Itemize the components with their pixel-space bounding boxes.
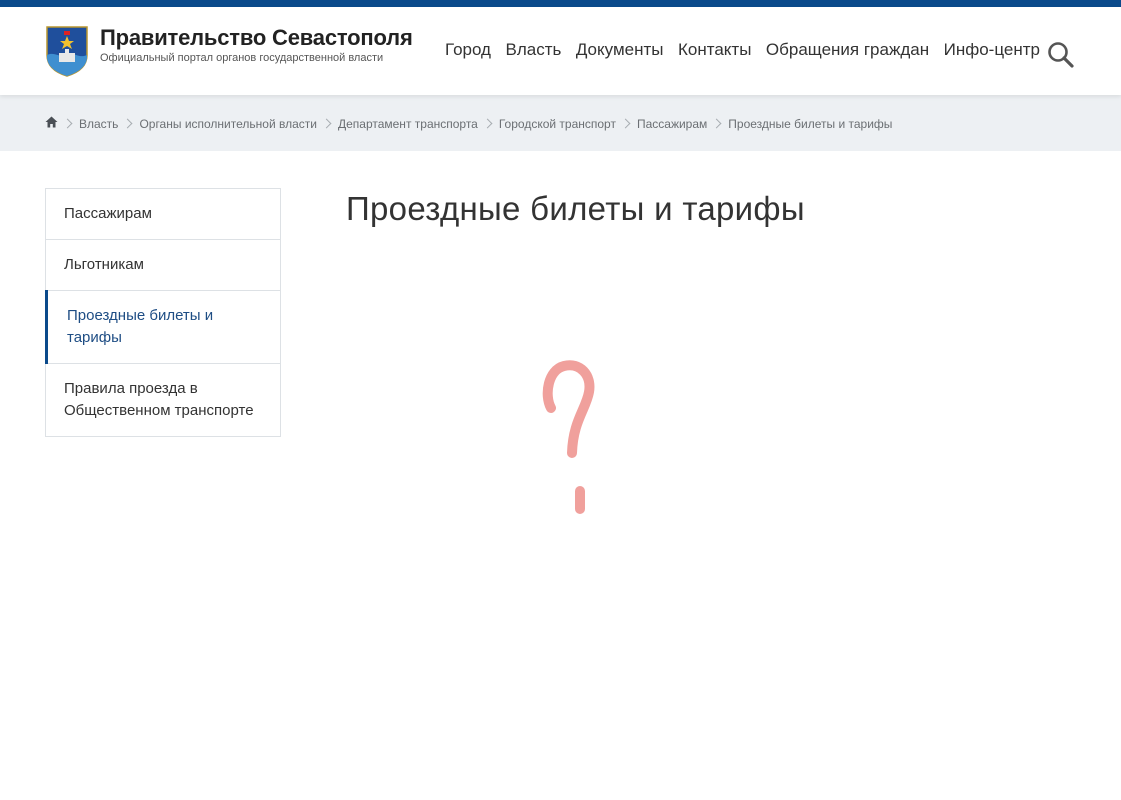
breadcrumb-home[interactable] [45,116,58,131]
home-icon [45,116,58,128]
sidebar-item-travel-rules[interactable]: Правила проезда в Общественном транспорт… [46,364,280,436]
nav-item-government[interactable]: Власть [505,40,561,60]
nav-item-city[interactable]: Город [445,40,491,60]
breadcrumb: Власть Органы исполнительной власти Депа… [45,116,892,131]
sidebar-item-beneficiaries[interactable]: Льготникам [46,240,280,291]
breadcrumb-separator [122,118,133,129]
nav-item-appeals[interactable]: Обращения граждан [766,40,929,60]
nav-item-contacts[interactable]: Контакты [678,40,751,60]
breadcrumb-item[interactable]: Городской транспорт [499,117,616,131]
sidebar-item-passengers[interactable]: Пассажирам [46,189,280,240]
nav-item-info-center[interactable]: Инфо-центр [944,40,1040,60]
breadcrumb-separator [482,118,493,129]
question-mark-icon [542,360,595,514]
breadcrumb-item[interactable]: Пассажирам [637,117,707,131]
breadcrumb-current: Проездные билеты и тарифы [728,116,893,131]
breadcrumb-separator [62,118,73,129]
coat-of-arms-icon [46,26,88,77]
breadcrumb-separator [711,118,722,129]
site-header: Правительство Севастополя Официальный по… [0,7,1121,95]
breadcrumb-separator [620,118,631,129]
nav-item-documents[interactable]: Документы [576,40,664,60]
main-nav: Город Власть Документы Контакты Обращени… [445,40,1040,60]
top-accent-bar [0,0,1121,7]
breadcrumb-item[interactable]: Департамент транспорта [338,117,478,131]
breadcrumb-item[interactable]: Власть [79,117,118,131]
page-title: Проездные билеты и тарифы [346,190,805,227]
site-subtitle: Официальный портал органов государственн… [100,52,384,64]
breadcrumb-item[interactable]: Органы исполнительной власти [139,117,317,131]
site-title: Правительство Севастополя [100,25,413,50]
search-button[interactable] [1046,40,1076,70]
search-icon [1048,42,1074,68]
breadcrumb-separator [321,118,332,129]
breadcrumb-bar: Власть Органы исполнительной власти Депа… [0,95,1121,151]
sidebar-item-tickets-and-fares[interactable]: Проездные билеты и тарифы [45,290,280,364]
sidebar-menu: Пассажирам Льготникам Проездные билеты и… [45,188,281,437]
site-logo-link[interactable]: Правительство Севастополя Официальный по… [45,25,413,77]
